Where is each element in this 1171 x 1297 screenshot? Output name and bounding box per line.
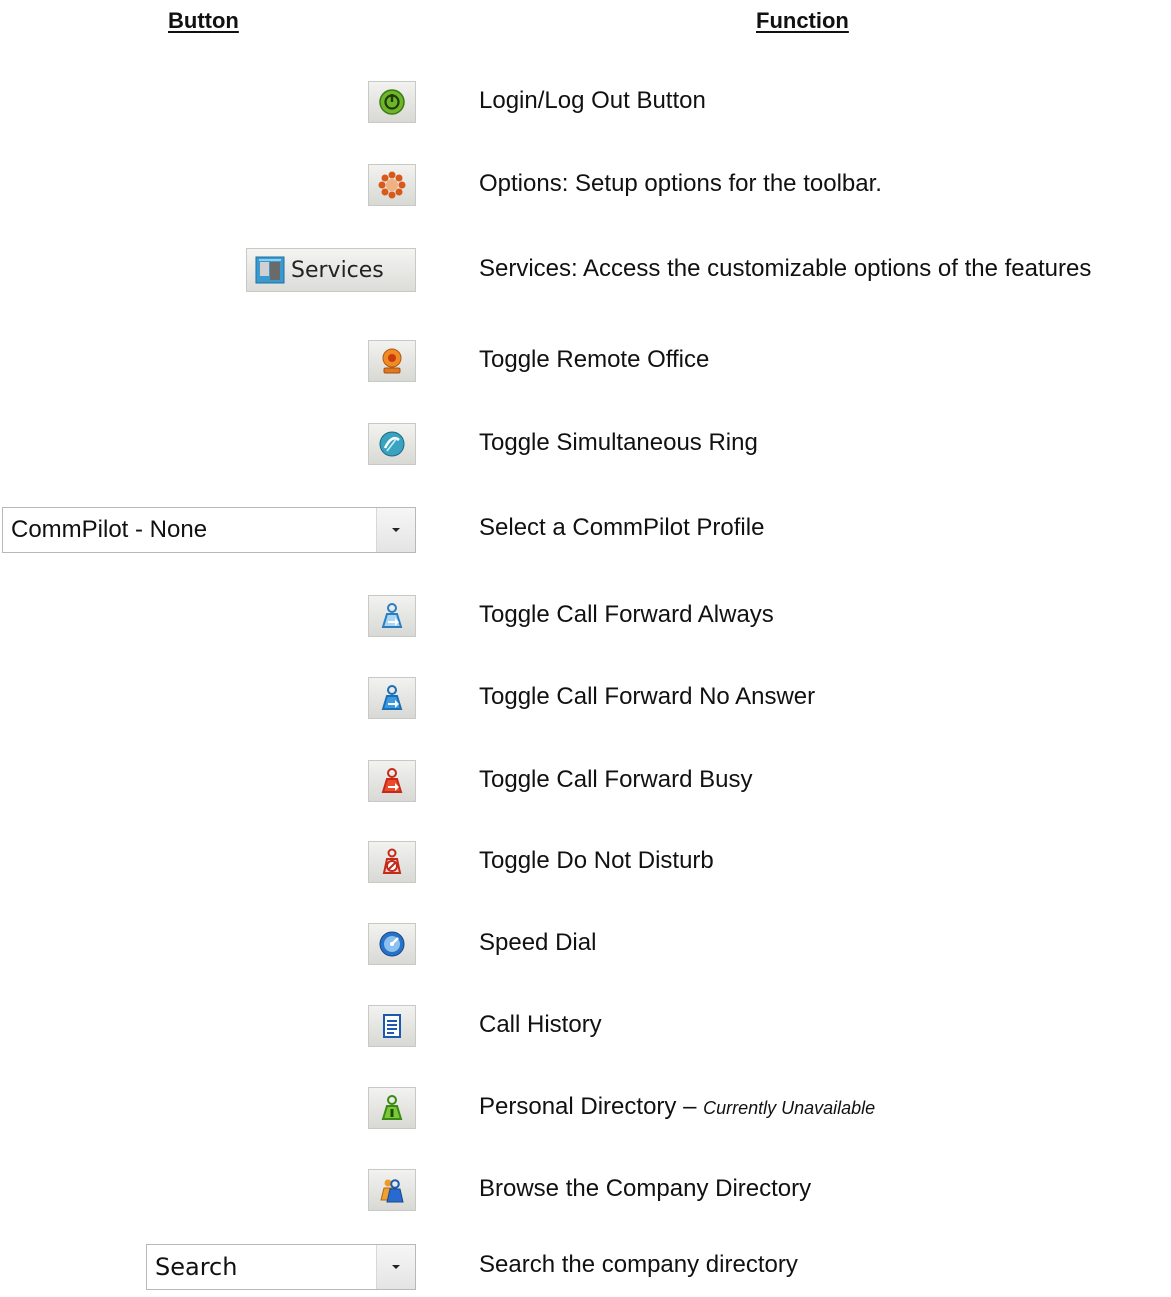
row-remote-office: Toggle Remote Office [0,339,1171,383]
function-text: Toggle Do Not Disturb [479,847,714,874]
row-commpilot: CommPilot - None Select a CommPilot Prof… [0,507,1171,553]
call-forward-busy-icon [381,768,403,793]
call-forward-no-answer-icon [381,685,403,710]
login-logout-button[interactable] [368,81,416,123]
row-personal-directory: Personal Directory – Currently Unavailab… [0,1086,1171,1130]
services-button[interactable]: Services [246,248,416,292]
speed-dial-button[interactable] [368,923,416,965]
call-history-button[interactable] [368,1005,416,1047]
simultaneous-ring-button[interactable] [368,423,416,465]
call-forward-always-button[interactable] [368,595,416,637]
function-text: Speed Dial [479,929,597,956]
call-forward-busy-button[interactable] [368,760,416,802]
row-call-forward-no-answer: Toggle Call Forward No Answer [0,676,1171,720]
row-company-directory: Browse the Company Directory [0,1168,1171,1212]
power-icon [379,89,405,115]
gear-icon [378,171,406,199]
function-text: Options: Setup options for the toolbar. [479,170,882,197]
row-call-forward-always: Toggle Call Forward Always [0,594,1171,638]
search-directory-select[interactable]: Search [146,1244,416,1290]
company-directory-icon [380,1179,404,1203]
function-text: Call History [479,1011,602,1038]
simultaneous-ring-icon [379,431,405,457]
do-not-disturb-button[interactable] [368,841,416,883]
personal-directory-label: Personal Directory – [479,1093,704,1120]
row-call-forward-busy: Toggle Call Forward Busy [0,759,1171,803]
services-icon [255,256,285,284]
row-options: Options: Setup options for the toolbar. [0,163,1171,207]
chevron-down-icon[interactable] [376,1245,415,1289]
commpilot-profile-select[interactable]: CommPilot - None [2,507,416,553]
row-services: Services Services: Access the customizab… [0,248,1171,292]
function-text: Services: Access the customizable option… [479,255,1092,282]
function-text: Toggle Call Forward No Answer [479,683,816,710]
search-select-value: Search [155,1253,238,1281]
call-forward-no-answer-button[interactable] [368,677,416,719]
function-text: Toggle Simultaneous Ring [479,429,758,456]
row-search: Search Search the company directory [0,1244,1171,1290]
row-login: Login/Log Out Button [0,80,1171,124]
row-do-not-disturb: Toggle Do Not Disturb [0,840,1171,884]
speed-dial-icon [379,931,405,957]
personal-directory-icon [381,1095,403,1120]
function-column-header: Function [756,8,849,33]
button-column-header: Button [168,8,239,33]
remote-office-icon [382,348,402,374]
row-simultaneous-ring: Toggle Simultaneous Ring [0,422,1171,466]
function-text: Toggle Call Forward Busy [479,766,753,793]
function-text: Toggle Remote Office [479,346,710,373]
function-text: Toggle Call Forward Always [479,601,774,628]
row-speed-dial: Speed Dial [0,922,1171,966]
function-text: Select a CommPilot Profile [479,514,765,541]
unavailable-note: Currently Unavailable [703,1098,876,1118]
function-text: Search the company directory [479,1251,798,1278]
do-not-disturb-icon [382,848,402,874]
company-directory-button[interactable] [368,1169,416,1211]
options-button[interactable] [368,164,416,206]
chevron-down-icon[interactable] [376,508,415,552]
row-call-history: Call History [0,1004,1171,1048]
call-forward-always-icon [381,603,403,628]
personal-directory-button[interactable] [368,1087,416,1129]
commpilot-select-value: CommPilot - None [11,516,208,543]
function-text: Login/Log Out Button [479,87,706,114]
call-history-icon [383,1014,401,1038]
remote-office-button[interactable] [368,340,416,382]
function-text: Browse the Company Directory [479,1175,812,1202]
function-text: Personal Directory – Currently Unavailab… [479,1093,875,1121]
services-label: Services [291,257,384,283]
